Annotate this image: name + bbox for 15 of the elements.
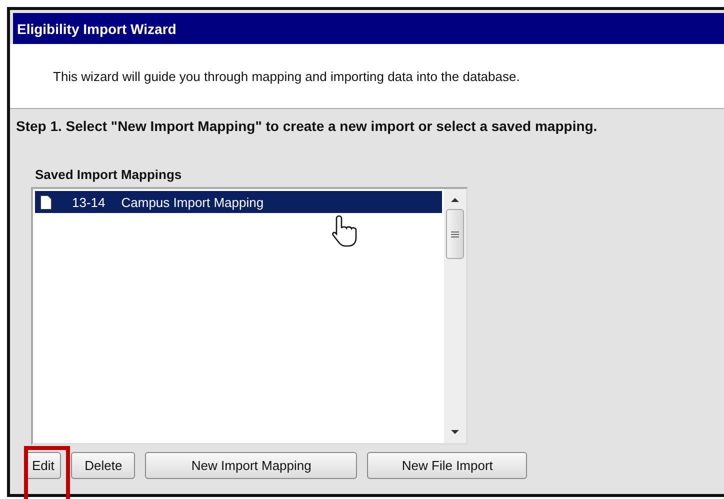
mapping-item[interactable]: 13-14 Campus Import Mapping <box>35 191 442 213</box>
list-label: Saved Import Mappings <box>35 167 183 182</box>
step-instruction: Step 1. Select "New Import Mapping" to create a new import or select a saved mapping. <box>15 117 598 134</box>
scroll-up-icon[interactable] <box>450 197 460 203</box>
document-icon <box>40 194 52 210</box>
action-button[interactable]: New File Import <box>367 452 528 479</box>
window-title: Eligibility Import Wizard <box>13 13 724 44</box>
scroll-thumb[interactable] <box>446 209 464 259</box>
grip-icon <box>451 230 459 238</box>
action-button[interactable]: Edit <box>25 452 62 479</box>
scrollbar[interactable] <box>444 189 466 443</box>
intro-text: This wizard will guide you through mapping and importing data into the database. <box>53 68 520 84</box>
action-button[interactable]: Delete <box>71 452 136 479</box>
scroll-down-icon[interactable] <box>450 429 460 435</box>
action-button[interactable]: New Import Mapping <box>145 452 358 479</box>
